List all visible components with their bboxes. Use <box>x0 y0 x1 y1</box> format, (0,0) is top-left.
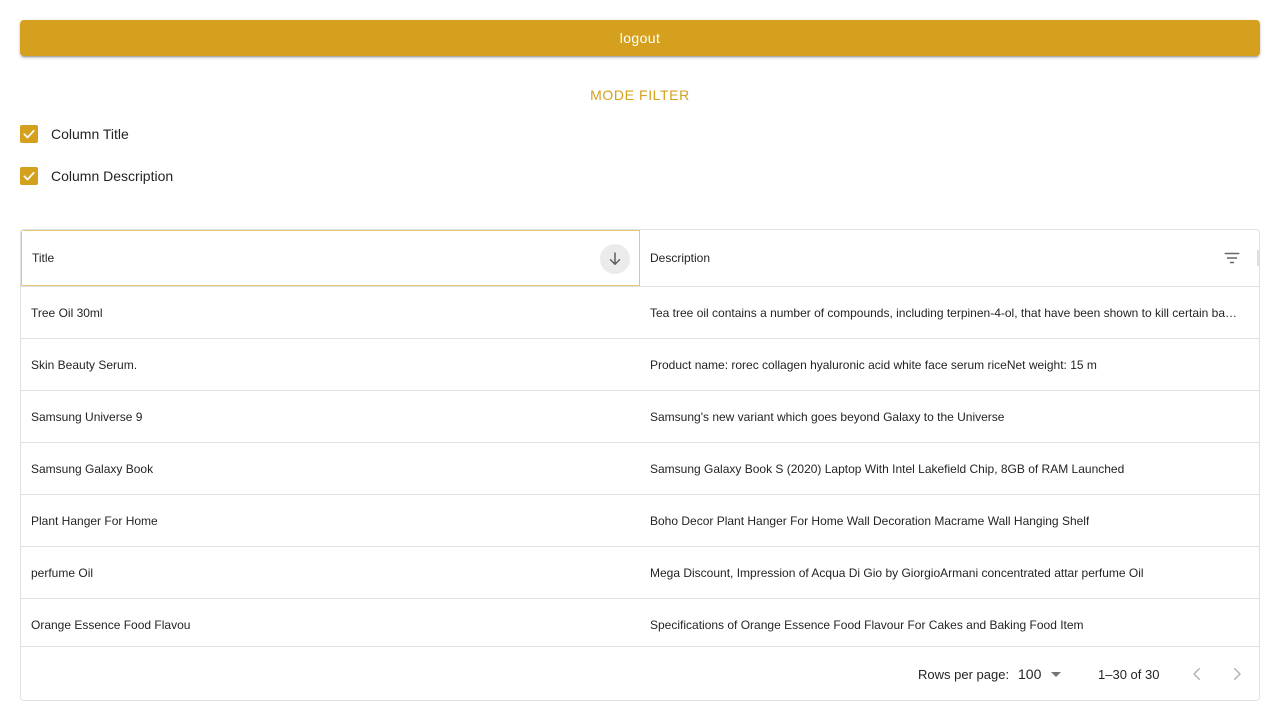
column-header-title-label: Title <box>32 251 55 265</box>
table-row[interactable]: Plant Hanger For Home Boho Decor Plant H… <box>21 495 1259 547</box>
column-description-checkbox[interactable]: Column Description <box>20 164 173 188</box>
column-header-title[interactable]: Title <box>21 230 640 286</box>
table-row[interactable]: Skin Beauty Serum. Product name: rorec c… <box>21 339 1259 391</box>
sort-button[interactable] <box>600 244 630 274</box>
title-cell[interactable]: Tree Oil 30ml <box>21 287 640 338</box>
description-cell[interactable]: Samsung's new variant which goes beyond … <box>640 391 1259 442</box>
title-cell[interactable]: Orange Essence Food Flavou <box>21 599 640 647</box>
mode-filter: MODE FILTER <box>0 84 1280 106</box>
table-row[interactable]: Orange Essence Food Flavou Specification… <box>21 599 1259 647</box>
description-cell[interactable]: Samsung Galaxy Book S (2020) Laptop With… <box>640 443 1259 494</box>
rows-per-page-label: Rows per page: <box>918 666 1010 682</box>
column-header-description[interactable]: Description <box>640 230 1259 286</box>
column-menu-button[interactable] <box>1221 247 1243 269</box>
logout-button[interactable]: logout <box>20 20 1260 56</box>
column-description-label: Column Description <box>51 168 174 184</box>
rows-per-page-select[interactable]: 100 <box>1018 661 1062 687</box>
check-icon[interactable] <box>20 125 38 143</box>
title-cell[interactable]: Samsung Universe 9 <box>21 391 640 442</box>
mode-filter-label[interactable]: MODE FILTER <box>582 87 698 103</box>
description-cell[interactable]: Specifications of Orange Essence Food Fl… <box>640 599 1259 647</box>
column-title-label: Column Title <box>51 126 129 142</box>
column-title-checkbox[interactable]: Column Title <box>20 122 129 146</box>
title-cell[interactable]: Samsung Galaxy Book <box>21 443 640 494</box>
arrow-down-icon <box>609 252 621 265</box>
table-row[interactable]: Tree Oil 30ml Tea tree oil contains a nu… <box>21 287 1259 339</box>
grid-header: Title Description <box>21 230 1259 287</box>
dropdown-arrow-icon <box>1051 671 1062 677</box>
description-cell[interactable]: Tea tree oil contains a number of compou… <box>640 287 1259 338</box>
grid-rows: Tree Oil 30ml Tea tree oil contains a nu… <box>21 287 1259 647</box>
data-grid: Title Description Tree Oil 30ml Tea tree… <box>20 229 1260 701</box>
chevron-right-icon <box>1234 668 1241 680</box>
table-row[interactable]: Samsung Universe 9 Samsung's new variant… <box>21 391 1259 443</box>
description-cell[interactable]: Mega Discount, Impression of Acqua Di Gi… <box>640 547 1259 598</box>
title-cell[interactable]: Skin Beauty Serum. <box>21 339 640 390</box>
pagination-range: 1–30 of 30 <box>1098 666 1160 682</box>
next-page-button[interactable] <box>1222 659 1252 689</box>
title-cell[interactable]: perfume Oil <box>21 547 640 598</box>
title-cell[interactable]: Plant Hanger For Home <box>21 495 640 546</box>
pagination-footer: Rows per page: 100 1–30 of 30 <box>21 646 1259 700</box>
description-cell[interactable]: Boho Decor Plant Hanger For Home Wall De… <box>640 495 1259 546</box>
table-row[interactable]: Samsung Galaxy Book Samsung Galaxy Book … <box>21 443 1259 495</box>
rows-per-page-value: 100 <box>1018 666 1042 682</box>
column-separator[interactable] <box>1257 250 1259 266</box>
check-icon[interactable] <box>20 167 38 185</box>
previous-page-button[interactable] <box>1182 659 1212 689</box>
description-cell[interactable]: Product name: rorec collagen hyaluronic … <box>640 339 1259 390</box>
filter-list-icon <box>1224 252 1240 264</box>
column-header-description-label: Description <box>650 251 711 265</box>
chevron-left-icon <box>1193 668 1200 680</box>
table-row[interactable]: perfume Oil Mega Discount, Impression of… <box>21 547 1259 599</box>
